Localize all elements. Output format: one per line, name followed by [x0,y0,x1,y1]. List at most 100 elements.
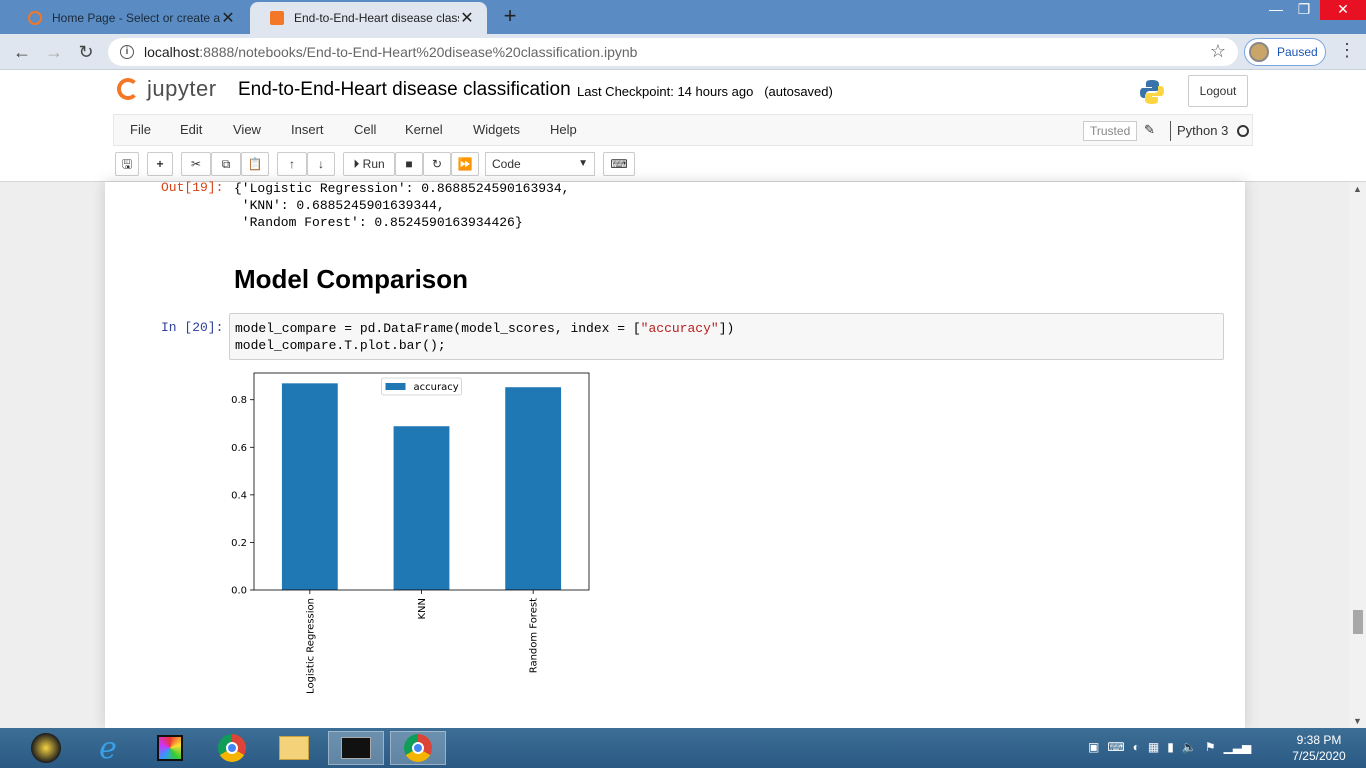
notebook-favicon-icon [270,11,284,25]
forward-arrow-icon[interactable]: → [42,40,66,64]
checkpoint-text: Last Checkpoint: 14 hours ago [577,84,754,99]
action-center-icon[interactable]: ▣ [1088,740,1099,754]
restart-button[interactable]: ↻ [423,152,451,176]
taskbar-app-colorful[interactable] [142,731,198,765]
code-string: "accuracy" [640,321,719,336]
chrome-icon [404,734,432,762]
clock[interactable]: 9:38 PM 7/25/2020 [1288,732,1350,764]
url-path: :8888/notebooks/End-to-End-Heart%20disea… [199,44,638,60]
output-line: 'KNN': 0.6885245901639344, [234,198,445,213]
menu-file[interactable]: File [130,115,151,145]
tab-title: End-to-End-Heart disease classifi [294,11,459,25]
clock-date: 7/25/2020 [1292,749,1346,763]
output-prompt: Out[19]: [161,180,224,195]
close-tab-icon[interactable]: ✕ [220,8,236,28]
new-tab-button[interactable]: + [498,5,522,29]
notebook-page: Out[19]: {'Logistic Regression': 0.86885… [105,180,1245,728]
run-label: Run [362,157,385,171]
insert-cell-button[interactable]: + [147,152,173,176]
code-text: ]) [718,321,735,336]
menu-cell[interactable]: Cell [354,115,376,145]
menu-edit[interactable]: Edit [180,115,202,145]
browser-tab-bar: Home Page - Select or create a n ✕ End-t… [0,0,1366,34]
bar [505,387,562,590]
code-text: model_compare = pd.DataFrame(model_score… [235,321,641,336]
input-prompt: In [20]: [161,320,224,335]
cell-type-select[interactable]: Code ▼ [485,152,595,176]
autosave-text: (autosaved) [764,84,833,99]
profile-button[interactable]: Paused [1244,38,1326,66]
x-tick-label: Random Forest [529,598,540,673]
jupyter-logo[interactable]: jupyter [117,76,217,102]
chrome-icon [218,734,246,762]
run-button[interactable]: ⏵ Run [343,152,395,176]
tab-notebook[interactable]: End-to-End-Heart disease classifi ✕ [250,2,487,34]
restore-button[interactable]: ❐ [1284,0,1324,20]
url-host: localhost [144,44,200,60]
system-tray: ▣ ⌨ ◐ ▦ ▮ 🔈 ⚑ ▁▃▅ [1088,740,1251,754]
taskbar-terminal[interactable] [328,731,384,765]
paste-button[interactable]: 📋 [241,152,269,176]
reload-icon[interactable]: ↻ [74,40,98,64]
volume-icon[interactable]: 🔈 [1182,740,1197,754]
restart-run-all-button[interactable]: ⏩ [451,152,479,176]
menu-insert[interactable]: Insert [291,115,324,145]
folder-icon [279,736,309,760]
jupyter-header: jupyter End-to-End-Heart disease classif… [0,70,1366,182]
terminal-icon [341,737,371,759]
y-tick-label: 0.8 [231,395,247,406]
menu-view[interactable]: View [233,115,261,145]
scroll-down-icon[interactable]: ▼ [1353,716,1362,726]
menu-widgets[interactable]: Widgets [473,115,520,145]
scrollbar-thumb[interactable] [1353,610,1363,634]
menu-help[interactable]: Help [550,115,577,145]
y-tick-label: 0.0 [231,586,247,597]
code-cell-editor[interactable]: model_compare = pd.DataFrame(model_score… [229,313,1224,360]
clock-time: 9:38 PM [1296,733,1342,747]
copy-button[interactable]: ⧉ [211,152,241,176]
interrupt-button[interactable]: ■ [395,152,423,176]
keyboard-icon[interactable]: ⌨ [1107,740,1124,754]
jupyter-wordmark: jupyter [147,76,217,101]
tab-home-page[interactable]: Home Page - Select or create a n ✕ [8,2,248,34]
move-down-button[interactable]: ↓ [307,152,335,176]
browser-menu-icon[interactable]: ⋮ [1338,40,1356,64]
close-window-button[interactable]: ✕ [1320,0,1366,20]
site-info-icon[interactable]: i [120,45,134,59]
windows-start-icon [31,733,61,763]
bookmark-star-icon[interactable]: ☆ [1210,41,1226,62]
command-palette-button[interactable]: ⌨ [603,152,635,176]
bar [281,383,338,590]
output-line: {'Logistic Regression': 0.86885245901639… [234,181,570,196]
logout-button[interactable]: Logout [1188,75,1248,107]
legend-label: accuracy [414,382,459,393]
taskbar-chrome[interactable] [204,731,260,765]
device-icon[interactable]: ▮ [1167,740,1174,754]
vertical-scrollbar[interactable]: ▲ ▼ [1350,182,1366,728]
start-button[interactable] [18,731,74,765]
notebook-title[interactable]: End-to-End-Heart disease classification [238,79,571,101]
close-tab-icon[interactable]: ✕ [459,8,475,28]
back-arrow-icon[interactable]: ← [10,40,34,64]
scroll-up-icon[interactable]: ▲ [1353,184,1362,194]
y-tick-label: 0.4 [231,490,247,501]
taskbar-chrome-active[interactable] [390,731,446,765]
taskbar-file-explorer[interactable] [266,731,322,765]
kernel-name[interactable]: Python 3 [1170,121,1228,141]
menu-bar: File Edit View Insert Cell Kernel Widget… [113,114,1253,146]
flag-icon[interactable]: ⚑ [1205,740,1216,754]
output-text: {'Logistic Regression': 0.86885245901639… [234,180,569,231]
cell-type-value: Code [492,157,521,171]
cut-button[interactable]: ✂ [181,152,211,176]
jupyter-favicon-icon [28,11,42,25]
move-up-button[interactable]: ↑ [277,152,307,176]
save-button[interactable]: 🖫 [115,152,139,176]
signal-icon[interactable]: ▁▃▅ [1224,740,1252,754]
trusted-indicator[interactable]: Trusted [1083,121,1138,141]
network-app-icon[interactable]: ▦ [1148,740,1159,754]
dropbox-icon[interactable]: ◐ [1133,740,1140,754]
taskbar-internet-explorer[interactable]: e [80,731,136,766]
avatar [1249,42,1269,62]
url-field[interactable]: i localhost:8888/notebooks/End-to-End-He… [108,38,1238,66]
menu-kernel[interactable]: Kernel [405,115,443,145]
